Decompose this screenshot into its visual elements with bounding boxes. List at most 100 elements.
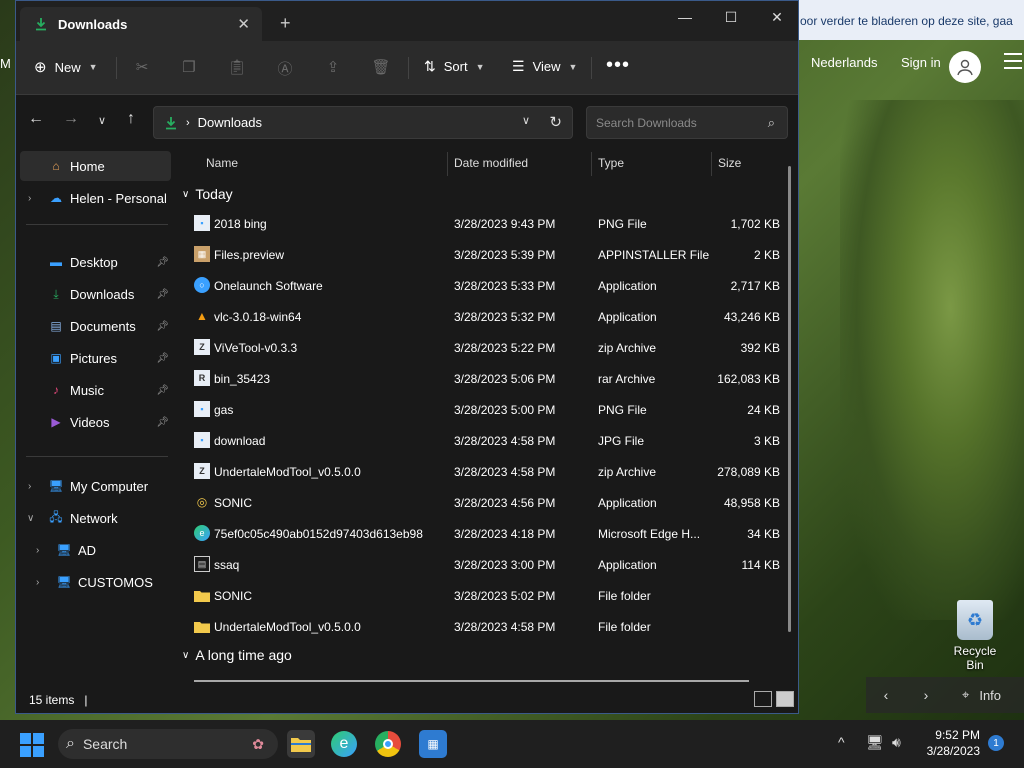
clock[interactable]: 9:52 PM 3/28/2023 — [918, 727, 980, 759]
column-divider[interactable] — [591, 152, 592, 176]
spotlight-next-icon[interactable]: › — [906, 677, 946, 713]
volume-icon[interactable]: 🔊︎ — [892, 734, 901, 751]
details-view-icon[interactable] — [754, 691, 772, 707]
file-row[interactable]: ▦ Files.preview 3/28/2023 5:39 PM APPINS… — [194, 239, 790, 270]
pin-icon: 📌︎ — [156, 416, 169, 428]
rename-icon[interactable]: Ⓐ — [275, 58, 295, 78]
expand-chevron-icon[interactable]: › — [36, 545, 39, 556]
tab-close-icon[interactable]: ✕ — [237, 15, 250, 33]
sidebar-item-network-ad[interactable]: › 🖥︎ AD — [20, 535, 171, 565]
language-link[interactable]: Nederlands — [811, 55, 878, 70]
tab-downloads[interactable]: Downloads ✕ — [20, 7, 262, 41]
spotlight-widget: ‹ › ⌖ Info — [866, 677, 1024, 713]
group-header-today[interactable]: ∨ Today — [182, 186, 233, 202]
file-explorer-taskbar-icon[interactable] — [287, 730, 315, 758]
minimize-icon[interactable]: — — [662, 1, 708, 33]
toolbar-divider — [116, 57, 117, 79]
menu-icon[interactable] — [1004, 53, 1022, 69]
view-button[interactable]: ☰ View ▼ — [512, 58, 577, 75]
breadcrumb-downloads[interactable]: Downloads — [198, 115, 262, 130]
sidebar-item-onedrive[interactable]: › ☁ Helen - Personal — [20, 183, 171, 213]
column-header-date[interactable]: Date modified — [454, 156, 528, 170]
column-header-name[interactable]: Name — [206, 156, 238, 170]
pin-icon: 📌︎ — [156, 320, 169, 332]
copy-icon[interactable]: ❐ — [179, 58, 199, 78]
column-divider[interactable] — [447, 152, 448, 176]
column-divider[interactable] — [711, 152, 712, 176]
network-status-icon[interactable]: 🖥︎ — [866, 734, 884, 751]
search-input[interactable]: Search Downloads — [596, 116, 697, 130]
folder-row[interactable]: SONIC 3/28/2023 5:02 PM File folder — [194, 580, 790, 611]
file-row[interactable]: e 75ef0c05c490ab0152d97403d613eb98 3/28/… — [194, 518, 790, 549]
collapse-chevron-icon[interactable]: ∨ — [27, 513, 34, 524]
folder-row[interactable]: UndertaleModTool_v0.5.0.0 3/28/2023 4:58… — [194, 611, 790, 642]
spotlight-prev-icon[interactable]: ‹ — [866, 677, 906, 713]
sidebar-item-network-customos[interactable]: › 🖥︎ CUSTOMOS — [20, 567, 171, 597]
new-button[interactable]: ⊕ New ▼ — [34, 58, 98, 76]
file-row[interactable]: Z UndertaleModTool_v0.5.0.0 3/28/2023 4:… — [194, 456, 790, 487]
more-options-icon[interactable]: ••• — [606, 54, 630, 77]
cut-icon[interactable]: ✂ — [132, 58, 152, 78]
paste-icon[interactable]: 📋︎ — [227, 58, 247, 78]
sign-in-link[interactable]: Sign in — [901, 55, 941, 70]
music-icon: ♪ — [53, 383, 59, 397]
sidebar-item-my-computer[interactable]: › 🖥︎ My Computer — [20, 471, 171, 501]
horizontal-scrollbar[interactable] — [194, 680, 749, 682]
vertical-scrollbar[interactable] — [788, 166, 791, 632]
sidebar-item-network[interactable]: ∨ 🖧︎ Network — [20, 503, 171, 533]
refresh-icon[interactable]: ↻ — [549, 113, 562, 131]
file-row[interactable]: ▲ vlc-3.0.18-win64 3/28/2023 5:32 PM App… — [194, 301, 790, 332]
notification-badge[interactable]: 1 — [988, 735, 1004, 751]
file-row[interactable]: ◎ SONIC 3/28/2023 4:56 PM Application 48… — [194, 487, 790, 518]
title-bar: Downloads ✕ + — ☐ ✕ — [16, 1, 798, 41]
file-row[interactable]: Z ViVeTool-v0.3.3 3/28/2023 5:22 PM zip … — [194, 332, 790, 363]
edge-icon[interactable]: e — [331, 731, 357, 757]
download-icon — [166, 116, 176, 129]
group-header-long-ago[interactable]: ∨ A long time ago — [182, 647, 292, 663]
address-bar[interactable]: › Downloads ∨ ↻ — [153, 106, 573, 139]
file-row[interactable]: ▪ download 3/28/2023 4:58 PM JPG File 3 … — [194, 425, 790, 456]
sort-button[interactable]: ⇅ Sort ▼ — [424, 58, 485, 75]
recent-locations-chevron-icon[interactable]: ∨ — [90, 114, 114, 138]
file-row[interactable]: ▤ ssaq 3/28/2023 3:00 PM Application 114… — [194, 549, 790, 580]
store-icon[interactable]: ▦ — [419, 730, 447, 758]
chevron-down-icon: ▼ — [475, 61, 485, 72]
user-avatar-icon[interactable] — [949, 51, 981, 83]
back-arrow-icon[interactable]: ← — [24, 110, 48, 134]
taskbar-search[interactable]: ⌕ Search ✿ — [58, 729, 278, 759]
sidebar-item-music[interactable]: ♪ Music 📌︎ — [20, 375, 171, 405]
sidebar-item-home[interactable]: ⌂ Home — [20, 151, 171, 181]
sidebar-item-pictures[interactable]: ▣ Pictures 📌︎ — [20, 343, 171, 373]
expand-chevron-icon[interactable]: › — [28, 481, 31, 492]
file-row[interactable]: ▪ 2018 bing 3/28/2023 9:43 PM PNG File 1… — [194, 208, 790, 239]
sidebar-item-videos[interactable]: ▶ Videos 📌︎ — [20, 407, 171, 437]
search-box[interactable]: Search Downloads ⌕ — [586, 106, 788, 139]
close-window-icon[interactable]: ✕ — [754, 1, 800, 33]
tiles-view-icon[interactable] — [776, 691, 794, 707]
file-row[interactable]: ○ Onelaunch Software 3/28/2023 5:33 PM A… — [194, 270, 790, 301]
maximize-icon[interactable]: ☐ — [708, 1, 754, 33]
column-header-type[interactable]: Type — [598, 156, 624, 170]
column-header-size[interactable]: Size — [718, 156, 741, 170]
recycle-bin[interactable]: ♻ Recycle Bin — [944, 596, 1006, 672]
address-dropdown-icon[interactable]: ∨ — [522, 114, 530, 127]
file-row[interactable]: ▪ gas 3/28/2023 5:00 PM PNG File 24 KB — [194, 394, 790, 425]
new-tab-icon[interactable]: + — [280, 13, 291, 34]
delete-icon[interactable]: 🗑︎ — [371, 58, 391, 78]
forward-arrow-icon[interactable]: → — [59, 110, 83, 134]
sidebar-item-documents[interactable]: ▤ Documents 📌︎ — [20, 311, 171, 341]
expand-chevron-icon[interactable]: › — [28, 193, 31, 204]
up-arrow-icon[interactable]: ↑ — [119, 110, 143, 134]
show-hidden-icons-chevron-icon[interactable]: ^ — [838, 734, 845, 750]
start-button-icon[interactable] — [20, 733, 44, 757]
file-row[interactable]: R bin_35423 3/28/2023 5:06 PM rar Archiv… — [194, 363, 790, 394]
spotlight-info-button[interactable]: ⌖ Info — [946, 687, 1001, 703]
file-size: 2,717 KB — [730, 278, 780, 293]
share-icon[interactable]: ⇪ — [323, 58, 343, 78]
folder-icon — [194, 587, 210, 603]
expand-chevron-icon[interactable]: › — [36, 577, 39, 588]
sidebar-item-downloads[interactable]: ⤓ Downloads 📌︎ — [20, 279, 171, 309]
sidebar-item-desktop[interactable]: ▬ Desktop 📌︎ — [20, 247, 171, 277]
chrome-icon[interactable] — [375, 731, 401, 757]
image-file-icon: ▪ — [194, 432, 210, 448]
